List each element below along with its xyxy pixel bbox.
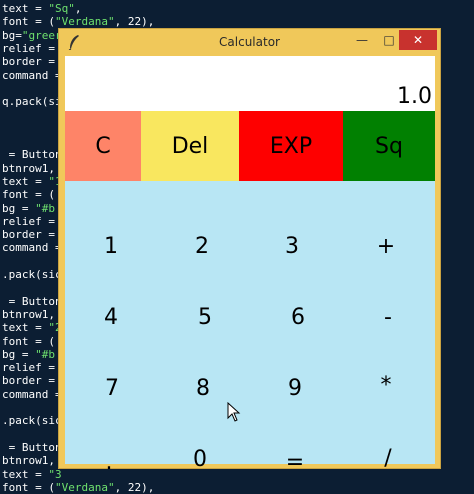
display-field[interactable]: 1.0 (65, 56, 435, 111)
code-text: relief = (2, 41, 62, 55)
code-text: border = (2, 228, 62, 242)
code-text: command = (2, 241, 62, 255)
code-line: relief = (2, 361, 62, 374)
code-text: relief = (2, 214, 62, 228)
code-line: text = "2 (2, 321, 62, 334)
code-string: "#b (35, 347, 55, 361)
delete-button-label: Del (171, 133, 209, 159)
code-text: .pack(sic (2, 414, 62, 428)
code-line: font = ( (2, 188, 55, 201)
clear-button[interactable]: C (65, 111, 141, 181)
key-9[interactable]: 9 (270, 368, 320, 408)
code-text: bg = (2, 201, 36, 215)
top-button-row: C Del EXP Sq (65, 111, 435, 181)
key-2[interactable]: 2 (177, 226, 227, 266)
code-text: q.pack(si (2, 95, 62, 109)
code-line: font = ("Verdana", 22), (2, 481, 154, 494)
code-text: = Button (2, 440, 62, 454)
clear-button-label: C (95, 133, 111, 159)
code-line: bg = "#b (2, 202, 55, 215)
code-text: text = (2, 174, 49, 188)
code-line: btnrow1, (2, 454, 55, 467)
code-text: text = (2, 2, 49, 15)
key-decimal[interactable]: . (84, 442, 134, 482)
code-line: q.pack(si (2, 95, 62, 108)
key-1[interactable]: 1 (86, 226, 136, 266)
calculator-window: Calculator — □ ✕ 1.0 C Del EXP Sq 1 2 3 … (58, 28, 441, 475)
code-text: , (74, 2, 82, 15)
key-multiply[interactable]: * (361, 365, 411, 405)
code-text: btnrow1, (2, 307, 55, 321)
key-plus[interactable]: + (361, 226, 411, 266)
key-divide[interactable]: / (363, 438, 413, 478)
square-button-label: Sq (375, 133, 403, 159)
key-equals[interactable]: = (270, 442, 320, 482)
code-line: font = ( (2, 335, 55, 348)
code-text: relief = (2, 361, 62, 375)
code-text: , 22), (114, 480, 155, 494)
key-7[interactable]: 7 (87, 368, 137, 408)
calculator-body: 1.0 C Del EXP Sq 1 2 3 + 4 5 6 - 7 8 9 *… (65, 56, 435, 475)
code-string: "Verdana" (54, 480, 115, 494)
code-line: btnrow1, (2, 308, 55, 321)
code-string: "greer (21, 28, 62, 42)
code-line: btnrow1, (2, 162, 55, 175)
code-text: = Button (2, 294, 62, 308)
code-line: bg="greer (2, 29, 62, 42)
title-bar[interactable]: Calculator — □ ✕ (59, 29, 440, 56)
code-string: "#b (35, 201, 55, 215)
code-line: font = ("Verdana", 22), (2, 15, 154, 28)
code-line: command = (2, 388, 62, 401)
code-line: border = (2, 55, 62, 68)
code-line: text = "1 (2, 175, 62, 188)
mouse-pointer-icon (227, 402, 241, 422)
code-text: border = (2, 374, 62, 388)
key-0[interactable]: 0 (175, 439, 225, 479)
minimize-button[interactable]: — (349, 30, 375, 50)
code-text: border = (2, 55, 62, 69)
code-text: font = ( (2, 334, 55, 348)
delete-button[interactable]: Del (141, 111, 239, 181)
code-text: bg= (2, 28, 22, 42)
key-8[interactable]: 8 (178, 368, 228, 408)
code-line: border = (2, 228, 62, 241)
code-line: text = "3 (2, 468, 62, 481)
code-string: "Sq" (48, 2, 75, 15)
code-text: bg = (2, 347, 36, 361)
key-4[interactable]: 4 (86, 297, 136, 337)
code-line: .pack(sic (2, 268, 62, 281)
code-text: .pack(sic (2, 268, 62, 281)
code-text: text = (2, 321, 49, 335)
key-5[interactable]: 5 (180, 297, 230, 337)
code-text: , 22), (114, 15, 155, 29)
code-text: text = (2, 467, 49, 481)
display-value: 1.0 (397, 84, 432, 109)
code-string: "Verdana" (54, 15, 115, 29)
code-text: = Button (2, 148, 62, 162)
code-text: font = ( (2, 188, 55, 202)
code-line: border = (2, 374, 62, 387)
key-minus[interactable]: - (363, 297, 413, 337)
code-line: = Button (2, 441, 62, 454)
code-line: relief = (2, 42, 62, 55)
code-line: bg = "#b (2, 348, 55, 361)
code-line: .pack(sic (2, 414, 62, 427)
code-text: font = ( (2, 15, 55, 29)
code-line: = Button (2, 148, 62, 161)
code-line: = Button (2, 295, 62, 308)
exp-button-label: EXP (269, 133, 313, 159)
code-line: text = "Sq", (2, 2, 81, 15)
code-text: command = (2, 387, 62, 401)
code-text: btnrow1, (2, 454, 55, 468)
code-string: "3 (48, 467, 62, 481)
code-text: btnrow1, (2, 161, 55, 175)
close-button[interactable]: ✕ (399, 30, 437, 50)
key-6[interactable]: 6 (273, 297, 323, 337)
key-3[interactable]: 3 (267, 226, 317, 266)
code-line: relief = (2, 215, 62, 228)
code-line: command = (2, 241, 62, 254)
exp-button[interactable]: EXP (239, 111, 343, 181)
code-text: font = ( (2, 480, 55, 494)
square-button[interactable]: Sq (343, 111, 435, 181)
